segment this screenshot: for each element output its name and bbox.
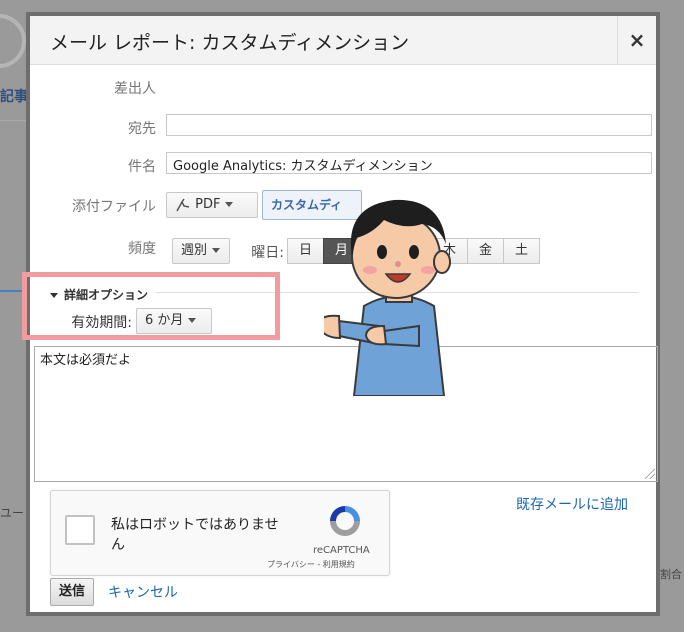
send-button[interactable]: 送信 — [50, 578, 95, 606]
weekday-sunday[interactable]: 日 — [287, 238, 324, 264]
message-body-text: 本文は必須だよ — [40, 353, 132, 368]
weekday-label: 曜日: — [251, 245, 284, 261]
sender-label: 差出人 — [114, 81, 156, 97]
resize-handle-icon[interactable] — [645, 469, 655, 479]
cancel-link[interactable]: キャンセル — [108, 582, 178, 602]
background-circle-icon — [0, 14, 26, 68]
frequency-label: 頻度 — [128, 241, 156, 257]
pointing-boy-illustration — [324, 199, 451, 396]
frequency-value: 週別 — [181, 243, 208, 258]
recaptcha-checkbox[interactable] — [65, 515, 95, 545]
pdf-icon — [176, 198, 190, 211]
recaptcha-label: 私はロボットではありません — [111, 517, 279, 553]
attachment-format-label: PDF — [195, 197, 221, 212]
dialog-title: メール レポート: カスタムディメンション — [50, 32, 410, 54]
background-text: 記事 — [0, 89, 28, 105]
chevron-down-icon — [225, 202, 234, 207]
weekday-saturday[interactable]: 土 — [503, 238, 540, 264]
highlight-box — [22, 272, 280, 340]
subject-input[interactable]: Google Analytics: カスタムディメンション — [166, 152, 652, 174]
recaptcha-logo-icon — [330, 506, 360, 536]
to-label: 宛先 — [128, 121, 156, 137]
background-text: ユー — [0, 506, 25, 520]
chevron-down-icon — [212, 248, 221, 253]
background-divider — [0, 120, 26, 121]
recaptcha-brand: reCAPTCHA — [313, 545, 370, 556]
to-input[interactable] — [166, 114, 652, 136]
background-text: 割合 — [660, 568, 682, 581]
subject-label: 件名 — [128, 159, 156, 175]
attachment-label: 添付ファイル — [72, 199, 156, 215]
close-button[interactable]: × — [617, 16, 656, 64]
frequency-dropdown[interactable]: 週別 — [172, 238, 230, 264]
recaptcha-widget: 私はロボットではありません reCAPTCHA プライバシー - 利用規約 — [50, 490, 390, 576]
add-to-existing-link[interactable]: 既存メールに追加 — [516, 494, 628, 514]
email-report-dialog: メール レポート: カスタムディメンション × 差出人 宛先 件名 Google… — [22, 12, 660, 616]
attachment-format-dropdown[interactable]: PDF — [166, 192, 258, 218]
dialog-titlebar: メール レポート: カスタムディメンション × — [30, 16, 656, 65]
recaptcha-links[interactable]: プライバシー - 利用規約 — [267, 559, 355, 570]
